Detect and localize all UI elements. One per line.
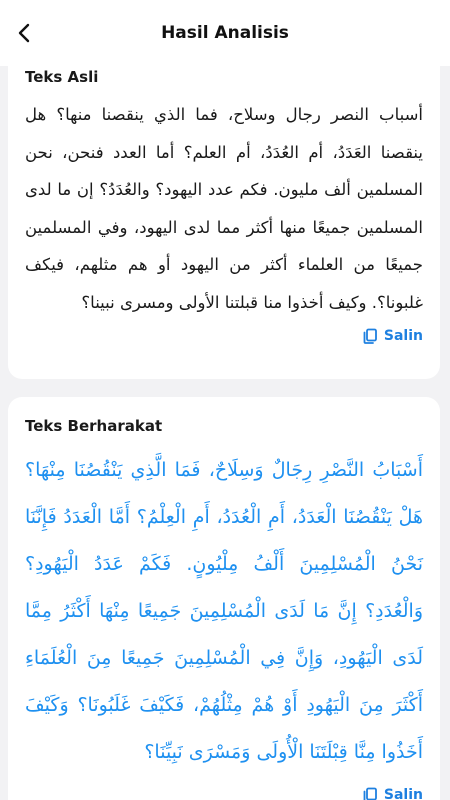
chevron-left-icon <box>18 23 30 43</box>
back-button[interactable] <box>4 13 44 53</box>
copy-icon <box>363 787 377 800</box>
page-title: Hasil Analisis <box>161 23 289 43</box>
copy-original-button[interactable]: Salin <box>362 328 423 344</box>
copy-harakat-label: Salin <box>383 787 423 800</box>
app-header: Hasil Analisis <box>0 0 450 66</box>
harakat-arabic-text: أَسْبَابُ النَّصْرِ رِجَالٌ وَسِلَاحٌ، ف… <box>25 459 423 763</box>
copy-original-label: Salin <box>383 328 423 344</box>
original-text-card: Teks Asli أسباب النصر رجال وسلاح، فما ال… <box>8 66 440 379</box>
results-scroll-area[interactable]: Teks Asli أسباب النصر رجال وسلاح، فما ال… <box>0 66 450 800</box>
copy-icon <box>363 328 377 344</box>
original-arabic-text: أسباب النصر رجال وسلاح، فما الذي ينقصنا … <box>25 105 423 312</box>
copy-harakat-button[interactable]: Salin <box>362 787 423 800</box>
original-text-title: Teks Asli <box>25 68 99 86</box>
harakat-text-card: Teks Berharakat أَسْبَابُ النَّصْرِ رِجَ… <box>8 397 440 800</box>
harakat-text-title: Teks Berharakat <box>25 417 163 435</box>
